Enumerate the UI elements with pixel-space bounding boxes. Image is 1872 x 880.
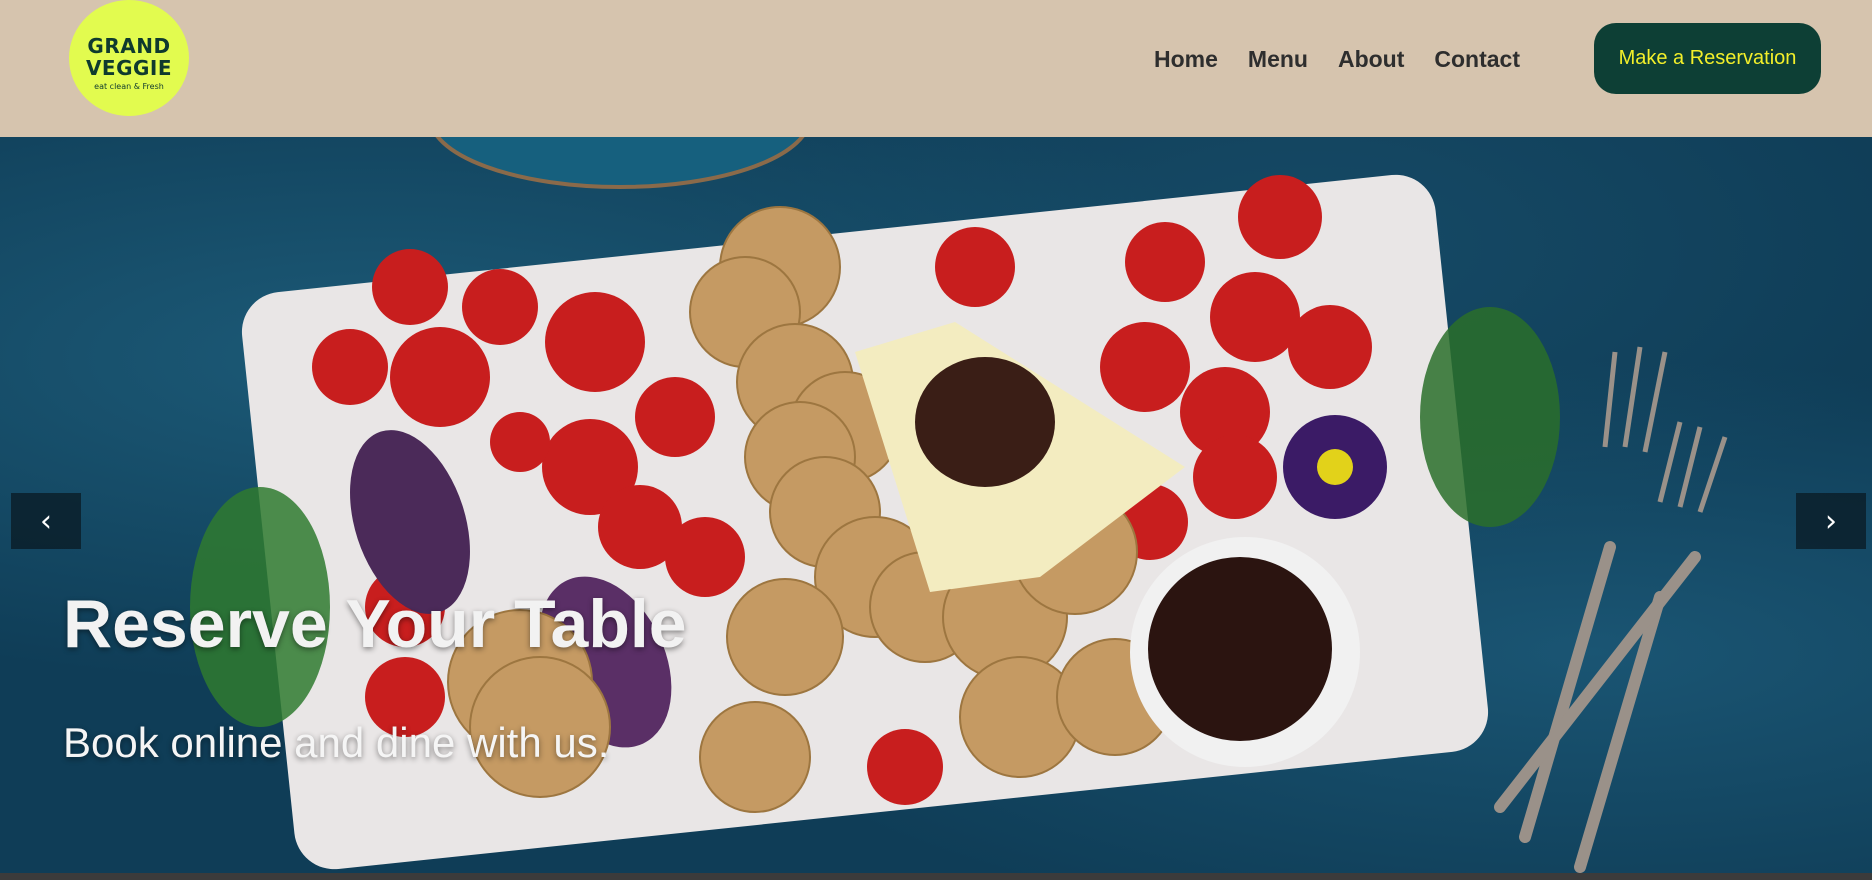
logo[interactable]: GRAND VEGGIE eat clean & Fresh [69, 0, 189, 116]
nav-menu[interactable]: Menu [1248, 44, 1308, 74]
nav-about[interactable]: About [1338, 44, 1404, 74]
carousel-prev-button[interactable]: ‹ [11, 493, 81, 549]
logo-line-2: VEGGIE [85, 56, 173, 80]
page-bottom-divider [0, 873, 1872, 880]
site-header: GRAND VEGGIE eat clean & Fresh Home Menu… [0, 0, 1872, 137]
chevron-left-icon: ‹ [40, 503, 52, 539]
hero-title: Reserve Your Table [63, 586, 687, 662]
logo-line-1: GRAND [87, 34, 171, 58]
nav-contact[interactable]: Contact [1434, 44, 1520, 74]
hero-subtitle: Book online and dine with us. [63, 719, 610, 766]
carousel-next-button[interactable]: › [1796, 493, 1866, 549]
make-reservation-button[interactable]: Make a Reservation [1594, 23, 1821, 94]
hero-carousel: Reserve Your Table Book online and dine … [0, 137, 1872, 873]
nav-home[interactable]: Home [1154, 44, 1218, 74]
main-nav: Home Menu About Contact [1154, 44, 1550, 74]
logo-tagline: eat clean & Fresh [94, 82, 164, 91]
chevron-right-icon: › [1825, 503, 1837, 539]
